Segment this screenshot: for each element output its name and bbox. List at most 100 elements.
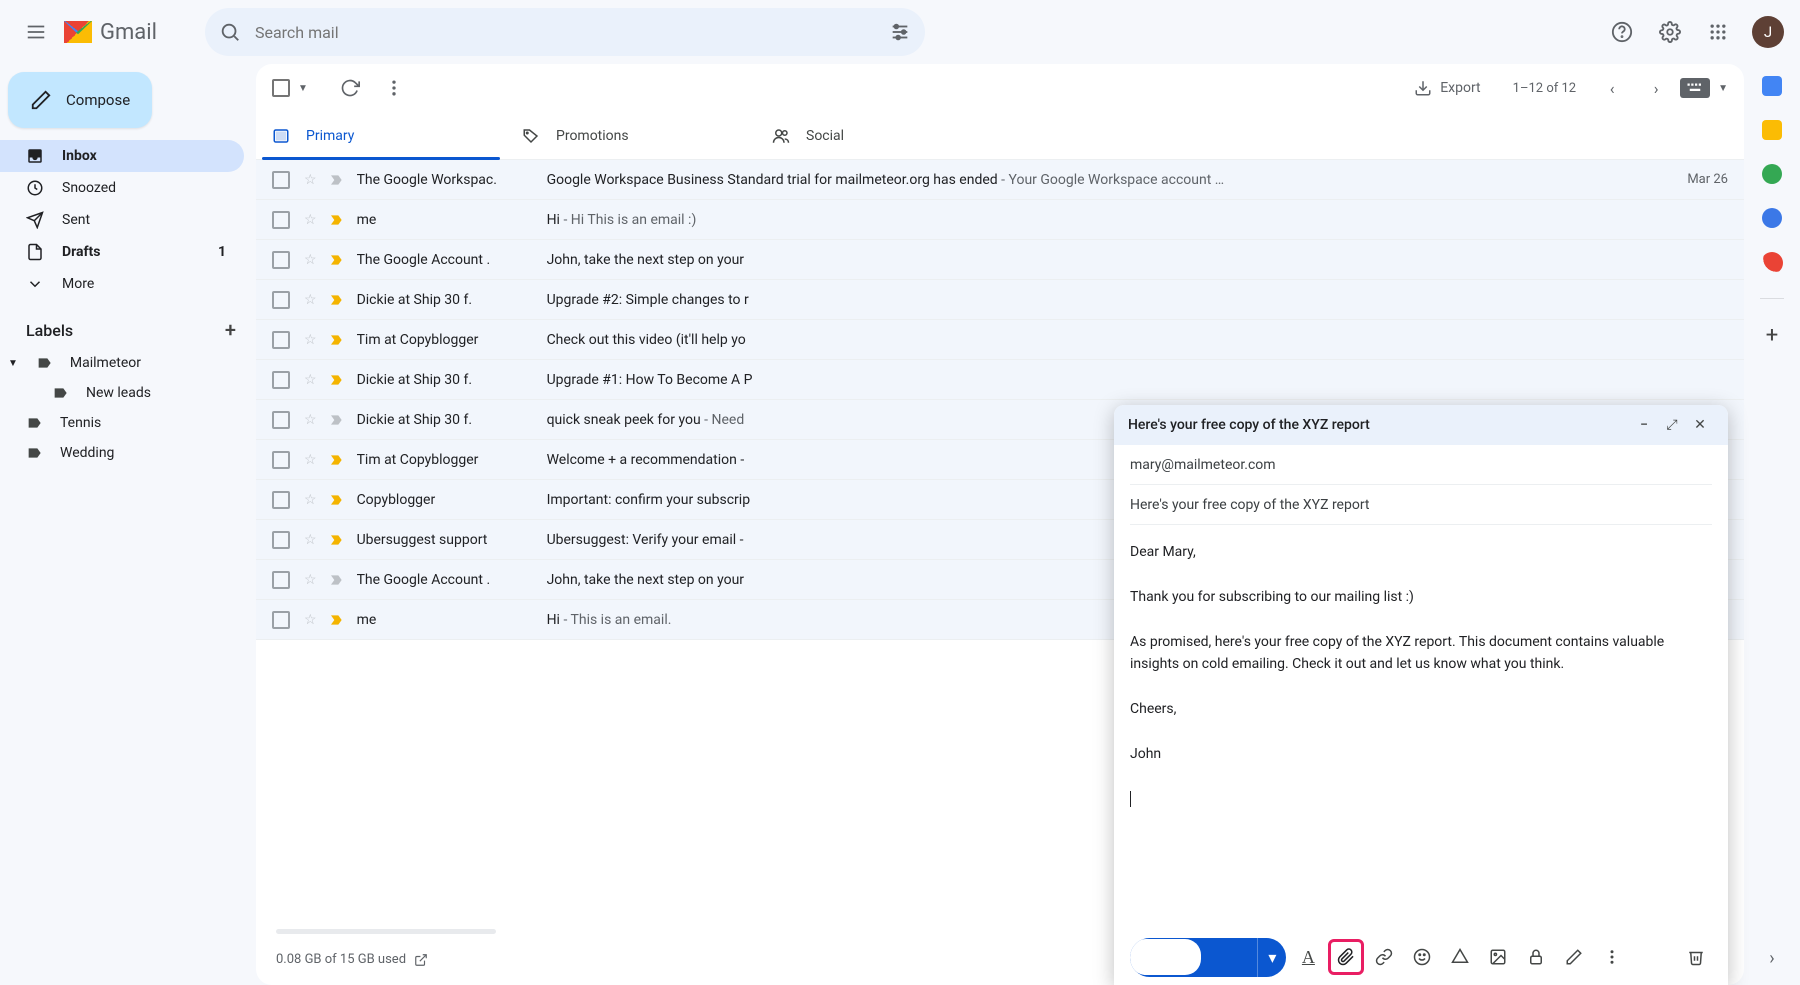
insert-signature-icon[interactable] [1558, 941, 1590, 973]
discard-draft-icon[interactable] [1680, 941, 1712, 973]
tab-promotions[interactable]: Promotions [506, 112, 756, 159]
insert-link-icon[interactable] [1368, 941, 1400, 973]
sidebar-item-snoozed[interactable]: Snoozed [0, 172, 244, 204]
search-input[interactable] [255, 23, 889, 42]
insert-emoji-icon[interactable] [1406, 941, 1438, 973]
importance-icon[interactable] [329, 172, 345, 188]
row-checkbox[interactable] [272, 291, 290, 309]
select-all-checkbox[interactable] [272, 79, 290, 97]
compose-subject-field[interactable]: Here's your free copy of the XYZ report [1130, 485, 1712, 525]
compose-body[interactable]: Dear Mary, Thank you for subscribing to … [1114, 525, 1728, 929]
row-checkbox[interactable] [272, 451, 290, 469]
star-icon[interactable]: ☆ [304, 412, 317, 428]
insert-drive-icon[interactable] [1444, 941, 1476, 973]
fullscreen-icon[interactable]: ⤢ [1658, 417, 1686, 433]
importance-icon[interactable] [329, 612, 345, 628]
email-row[interactable]: ☆The Google Workspac.Google Workspace Bu… [256, 160, 1744, 200]
row-checkbox[interactable] [272, 251, 290, 269]
close-icon[interactable]: ✕ [1686, 417, 1714, 433]
star-icon[interactable]: ☆ [304, 532, 317, 548]
help-icon[interactable] [1602, 12, 1642, 52]
compose-to-field[interactable]: mary@mailmeteor.com [1130, 445, 1712, 485]
calendar-icon[interactable] [1762, 76, 1782, 96]
importance-icon[interactable] [329, 492, 345, 508]
tasks-icon[interactable] [1762, 164, 1782, 184]
star-icon[interactable]: ☆ [304, 452, 317, 468]
next-page-icon[interactable]: › [1636, 68, 1676, 108]
addon-icon[interactable] [1761, 252, 1783, 274]
compose-header[interactable]: Here's your free copy of the XYZ report … [1114, 405, 1728, 445]
star-icon[interactable]: ☆ [304, 172, 317, 188]
email-row[interactable]: ☆meHi - Hi This is an email :) [256, 200, 1744, 240]
row-checkbox[interactable] [272, 411, 290, 429]
gmail-logo[interactable]: Gmail [64, 20, 157, 45]
importance-icon[interactable] [329, 412, 345, 428]
importance-icon[interactable] [329, 532, 345, 548]
chevron-down-icon[interactable]: ▼ [8, 358, 18, 369]
importance-icon[interactable] [329, 372, 345, 388]
row-checkbox[interactable] [272, 211, 290, 229]
label-tennis[interactable]: Tennis [0, 408, 256, 438]
account-avatar[interactable]: J [1752, 16, 1784, 48]
tab-primary[interactable]: Primary [256, 112, 506, 159]
star-icon[interactable]: ☆ [304, 212, 317, 228]
attach-file-icon[interactable] [1330, 941, 1362, 973]
row-checkbox[interactable] [272, 491, 290, 509]
prev-page-icon[interactable]: ‹ [1592, 68, 1632, 108]
tab-social[interactable]: Social [756, 112, 1006, 159]
row-checkbox[interactable] [272, 331, 290, 349]
importance-icon[interactable] [329, 332, 345, 348]
search-bar[interactable] [205, 8, 925, 56]
star-icon[interactable]: ☆ [304, 372, 317, 388]
more-actions-icon[interactable] [374, 68, 414, 108]
star-icon[interactable]: ☆ [304, 332, 317, 348]
importance-icon[interactable] [329, 212, 345, 228]
compose-button[interactable]: Compose [8, 72, 152, 128]
star-icon[interactable]: ☆ [304, 292, 317, 308]
star-icon[interactable]: ☆ [304, 252, 317, 268]
row-checkbox[interactable] [272, 611, 290, 629]
email-row[interactable]: ☆Dickie at Ship 30 f.Upgrade #1: How To … [256, 360, 1744, 400]
get-addons-icon[interactable]: + [1766, 323, 1778, 348]
input-tools-dropdown-icon[interactable]: ▼ [1718, 83, 1728, 94]
sidebar-item-drafts[interactable]: Drafts1 [0, 236, 244, 268]
importance-icon[interactable] [329, 452, 345, 468]
sidebar-item-sent[interactable]: Sent [0, 204, 244, 236]
apps-grid-icon[interactable] [1698, 12, 1738, 52]
importance-icon[interactable] [329, 292, 345, 308]
label-mailmeteor[interactable]: ▼Mailmeteor [0, 348, 256, 378]
send-button[interactable]: Send ▾ [1130, 938, 1286, 977]
label-wedding[interactable]: Wedding [0, 438, 256, 468]
email-row[interactable]: ☆Tim at CopybloggerCheck out this video … [256, 320, 1744, 360]
refresh-icon[interactable] [330, 68, 370, 108]
row-checkbox[interactable] [272, 531, 290, 549]
row-checkbox[interactable] [272, 171, 290, 189]
send-options-icon[interactable]: ▾ [1257, 938, 1286, 977]
format-text-icon[interactable]: A [1292, 941, 1324, 973]
keyboard-icon[interactable] [1680, 78, 1710, 98]
sidebar-item-more[interactable]: More [0, 268, 244, 300]
add-label-icon[interactable]: + [225, 318, 236, 342]
export-button[interactable]: Export [1414, 79, 1480, 97]
confidential-mode-icon[interactable] [1520, 941, 1552, 973]
open-external-icon[interactable] [414, 953, 428, 967]
tune-icon[interactable] [889, 21, 911, 43]
insert-photo-icon[interactable] [1482, 941, 1514, 973]
importance-icon[interactable] [329, 252, 345, 268]
collapse-panel-icon[interactable]: › [1769, 948, 1774, 969]
settings-icon[interactable] [1650, 12, 1690, 52]
row-checkbox[interactable] [272, 371, 290, 389]
select-dropdown-icon[interactable]: ▼ [298, 83, 308, 94]
contacts-icon[interactable] [1762, 208, 1782, 228]
keep-icon[interactable] [1762, 120, 1782, 140]
email-row[interactable]: ☆Dickie at Ship 30 f.Upgrade #2: Simple … [256, 280, 1744, 320]
sidebar-item-inbox[interactable]: Inbox [0, 140, 244, 172]
minimize-icon[interactable]: − [1630, 417, 1658, 433]
star-icon[interactable]: ☆ [304, 572, 317, 588]
importance-icon[interactable] [329, 572, 345, 588]
label-new-leads[interactable]: New leads [0, 378, 256, 408]
email-row[interactable]: ☆The Google Account .John, take the next… [256, 240, 1744, 280]
more-options-icon[interactable] [1596, 941, 1628, 973]
star-icon[interactable]: ☆ [304, 492, 317, 508]
star-icon[interactable]: ☆ [304, 612, 317, 628]
